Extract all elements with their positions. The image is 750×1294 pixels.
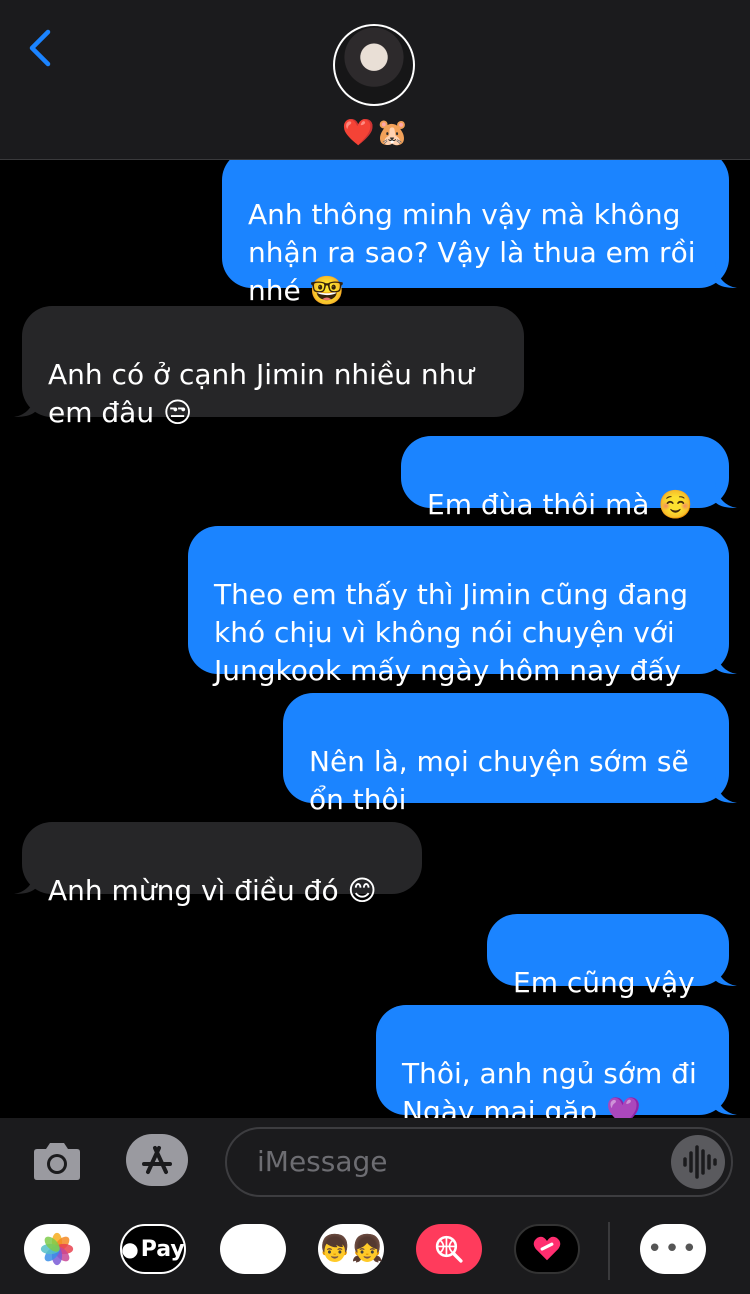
message-bubble-outgoing[interactable]: Nên là, mọi chuyện sớm sẽ ổn thôi <box>283 693 737 816</box>
message-thread[interactable]: Anh thông minh vậy mà không nhận ra sao?… <box>0 160 750 1118</box>
photos-app-button[interactable] <box>24 1224 90 1274</box>
bubble-tail <box>14 391 36 417</box>
message-input-placeholder: iMessage <box>257 1145 388 1178</box>
hamster-emoji: 🐹 <box>376 118 409 148</box>
apple-logo-icon: ● <box>121 1237 139 1261</box>
message-bubble-outgoing[interactable]: Thôi, anh ngủ sớm đi Ngày mai gặp 💜 <box>376 1005 737 1118</box>
app-store-button[interactable] <box>126 1134 188 1186</box>
waveform-icon <box>683 1145 717 1179</box>
photos-icon <box>40 1232 74 1266</box>
message-bubble-incoming[interactable]: Anh mừng vì điều đó 😊 <box>14 822 422 907</box>
apple-pay-button[interactable]: ● Pay <box>120 1224 186 1274</box>
back-chevron-icon[interactable] <box>26 28 56 68</box>
message-text: Anh có ở cạnh Jimin nhiều như em đâu 😒 <box>48 358 475 429</box>
bubble-tail <box>715 262 737 288</box>
message-text: Em đùa thôi mà ☺️ <box>427 488 694 521</box>
message-text: Theo em thấy thì Jimin cũng đang khó chị… <box>214 578 689 687</box>
memoji-button[interactable]: 🐵 <box>220 1224 286 1274</box>
app-store-icon <box>142 1146 172 1174</box>
heart-emoji: ❤️ <box>342 118 375 148</box>
message-text: Em cũng vậy <box>513 966 695 999</box>
monkey-icon: 🐵 <box>235 1231 271 1267</box>
conversation-header: ❤️ 🐹 <box>0 0 750 160</box>
message-text: Anh thông minh vậy mà không nhận ra sao?… <box>248 198 696 307</box>
composer-bar: iMessage <box>0 1118 750 1206</box>
drawer-divider <box>608 1222 610 1280</box>
bubble-tail <box>715 960 737 986</box>
bubble-tail <box>715 1089 737 1115</box>
message-text: Nên là, mọi chuyện sớm sẽ ổn thôi <box>309 745 689 816</box>
camera-icon[interactable] <box>32 1138 82 1182</box>
globe-search-icon <box>435 1235 463 1263</box>
message-bubble-outgoing[interactable]: Theo em thấy thì Jimin cũng đang khó chị… <box>188 526 737 687</box>
bubble-tail <box>715 482 737 508</box>
memoji-faces-icon: 👦👧 <box>318 1234 384 1264</box>
message-text: Anh mừng vì điều đó 😊 <box>48 874 377 907</box>
imessage-app-drawer: ● Pay 🐵 👦👧 ••• <box>0 1206 750 1294</box>
digital-touch-button[interactable] <box>514 1224 580 1274</box>
memoji-stickers-button[interactable]: 👦👧 <box>318 1224 384 1274</box>
message-bubble-outgoing[interactable]: Em cũng vậy <box>487 914 737 999</box>
avatar-photo <box>335 26 413 104</box>
message-bubble-outgoing[interactable]: Em đùa thôi mà ☺️ <box>401 436 737 521</box>
more-dots-icon: ••• <box>646 1234 699 1264</box>
message-bubble-outgoing[interactable]: Anh thông minh vậy mà không nhận ra sao?… <box>222 160 737 307</box>
audio-record-button[interactable] <box>671 1135 725 1189</box>
apple-pay-label: Pay <box>140 1236 185 1262</box>
more-apps-button[interactable]: ••• <box>640 1224 706 1274</box>
bubble-tail <box>715 777 737 803</box>
message-text: Thôi, anh ngủ sớm đi Ngày mai gặp 💜 <box>402 1057 697 1118</box>
image-search-button[interactable] <box>416 1224 482 1274</box>
message-input[interactable]: iMessage <box>225 1127 733 1197</box>
heart-touch-icon <box>533 1236 561 1261</box>
bubble-tail <box>715 648 737 674</box>
bubble-tail <box>14 868 36 894</box>
contact-avatar[interactable] <box>333 24 415 106</box>
message-bubble-incoming[interactable]: Anh có ở cạnh Jimin nhiều như em đâu 😒 <box>14 306 524 429</box>
